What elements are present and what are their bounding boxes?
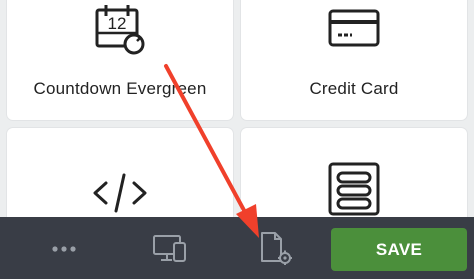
code-icon [93, 173, 147, 213]
credit-card-icon [328, 9, 380, 47]
widget-label: Countdown Evergreen [33, 79, 207, 98]
file-settings-icon[interactable] [259, 231, 295, 265]
devices-icon[interactable] [152, 234, 188, 264]
list-form-icon [328, 162, 380, 216]
widget-countdown-evergreen[interactable]: 12 Countdown Evergreen [7, 0, 233, 120]
bottom-toolbar: SAVE [0, 217, 474, 279]
countdown-icon-number: 12 [108, 14, 127, 33]
widget-label: Credit Card [309, 79, 399, 98]
widget-credit-card[interactable]: Credit Card [241, 0, 467, 120]
countdown-calendar-icon: 12 [95, 5, 145, 55]
save-button[interactable]: SAVE [331, 228, 467, 271]
ellipsis-icon[interactable] [51, 244, 77, 254]
